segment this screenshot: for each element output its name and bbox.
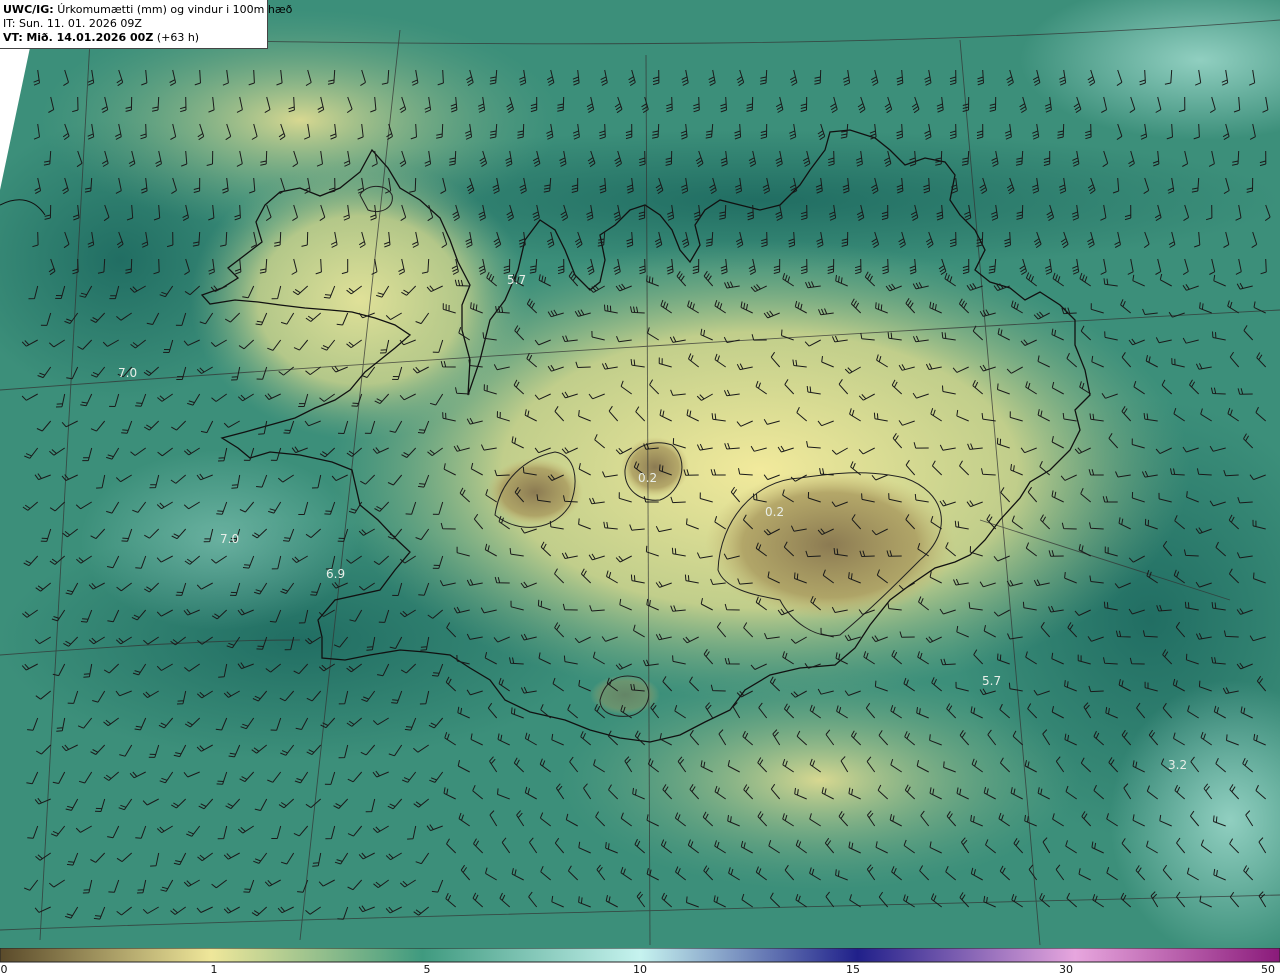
map-label: 7.0 <box>118 366 137 380</box>
lead-time: (+63 h) <box>156 31 200 44</box>
vatnajokull-dry <box>705 470 955 620</box>
myrdalsjokull-dry <box>590 675 660 715</box>
colorbar-tick: 10 <box>633 963 647 976</box>
chart-title: Úrkomumætti (mm) og vindur i 100m hæð <box>57 3 293 16</box>
map-label: 0.2 <box>765 505 784 519</box>
map-label: 6.9 <box>326 567 345 581</box>
precipitation-field: 5.7 7.0 7.0 6.9 0.2 0.2 5.7 3.2 <box>0 0 1280 948</box>
weather-map: 5.7 7.0 7.0 6.9 0.2 0.2 5.7 3.2 0 1 5 10… <box>0 0 1280 978</box>
info-box: UWC/IG: Úrkomumætti (mm) og vindur i 100… <box>0 0 292 49</box>
colorbar-tick: 5 <box>423 963 431 976</box>
valid-line: VT: Mið. 14.01.2026 00Z (+63 h) <box>3 31 263 45</box>
colorbar-tick: 15 <box>846 963 860 976</box>
map-label: 3.2 <box>1168 758 1187 772</box>
colorbar-tick: 0 <box>0 963 8 976</box>
precipitation-map: 5.7 7.0 7.0 6.9 0.2 0.2 5.7 3.2 <box>0 0 1280 948</box>
colorbar-tick: 30 <box>1059 963 1073 976</box>
map-label: 5.7 <box>982 674 1001 688</box>
valid-label: VT: <box>3 31 23 44</box>
colorbar-gradient <box>0 948 1280 963</box>
colorbar-tick: 1 <box>210 963 218 976</box>
map-label: 7.0 <box>220 532 239 546</box>
init-time: IT: Sun. 11. 01. 2026 09Z <box>3 17 142 30</box>
title-line: UWC/IG: Úrkomumætti (mm) og vindur i 100… <box>3 3 292 17</box>
model-name: UWC/IG: <box>3 3 54 16</box>
map-label: 0.2 <box>638 471 657 485</box>
colorbar-tick: 50 <box>1261 963 1275 976</box>
map-label: 5.7 <box>507 273 526 287</box>
valid-time: Mið. 14.01.2026 00Z <box>26 31 154 44</box>
